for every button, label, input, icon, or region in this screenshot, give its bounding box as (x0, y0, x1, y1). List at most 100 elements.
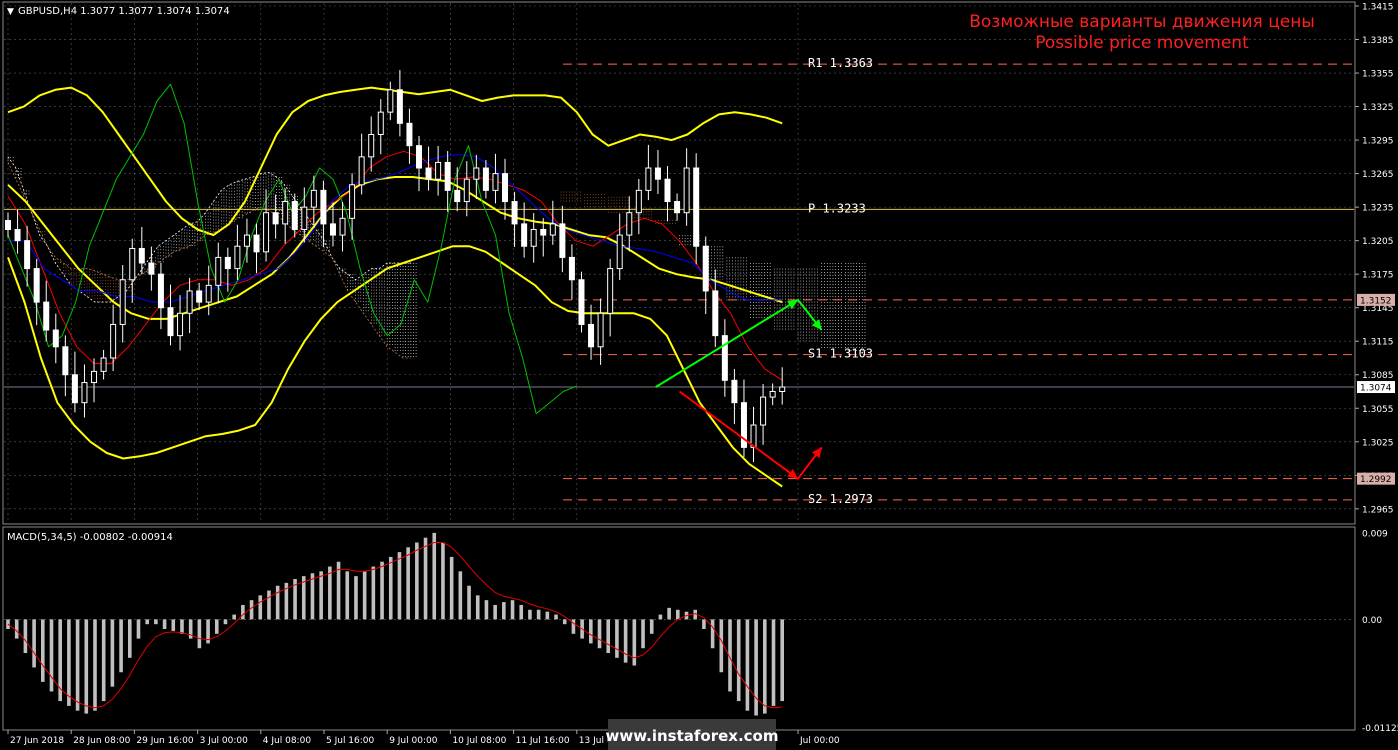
candle-body (301, 206, 308, 230)
candle-body (43, 301, 50, 331)
candle-body (693, 167, 700, 247)
candle-body (760, 396, 767, 426)
candle-body (559, 223, 566, 258)
macd-bar (23, 619, 28, 654)
macd-bar (345, 571, 350, 620)
macd-bar (702, 619, 706, 629)
macd-bar (214, 619, 219, 634)
y-tick-label: 1.3025 (1362, 438, 1394, 448)
candle-body (492, 173, 499, 191)
candle-body (177, 312, 184, 337)
macd-bar (319, 571, 323, 620)
x-tick-label: 4 Jul 08:00 (263, 736, 312, 746)
candle-body (435, 161, 442, 180)
macd-bar (763, 619, 767, 714)
macd-y-label: 0.009 (1362, 529, 1388, 539)
y-tick-label: 1.3325 (1362, 103, 1394, 113)
macd-bar (380, 561, 384, 620)
candle-body (635, 189, 642, 214)
candle-body (253, 234, 260, 253)
candle-body (100, 357, 107, 372)
candle-body (33, 268, 40, 303)
x-tick-label: 10 Jul 08:00 (452, 736, 506, 746)
candle-body (616, 234, 623, 270)
macd-bar (649, 619, 654, 634)
macd-bar (93, 619, 97, 711)
macd-bar (562, 619, 567, 625)
candle-body (110, 323, 117, 359)
x-tick-label: 11 Jul 16:00 (516, 736, 570, 746)
candle-body (530, 228, 537, 247)
y-tick-label: 1.3295 (1362, 137, 1394, 147)
x-tick-label: 9 Jul 00:00 (389, 736, 438, 746)
candle-body (234, 245, 241, 270)
candle-body (196, 290, 203, 303)
x-tick-label: 5 Jul 16:00 (326, 736, 375, 746)
candle-body (291, 201, 298, 230)
level-label: R1 1.3363 (808, 56, 873, 70)
watermark-text: www.instaforex.com (606, 727, 779, 745)
macd-bar (232, 614, 236, 620)
candle-body (224, 256, 231, 270)
candle-body (387, 89, 394, 113)
macd-bar (710, 619, 715, 649)
candle-body (568, 256, 575, 281)
candle-body (320, 189, 327, 225)
candle-body (511, 201, 518, 225)
macd-bar (780, 619, 784, 702)
candle-body (454, 189, 461, 203)
candle-body (119, 279, 126, 325)
macd-bar (676, 609, 680, 620)
price-badge-label: 1.3152 (1360, 296, 1392, 306)
title-en: Possible price movement (1035, 33, 1249, 53)
candle-body (712, 290, 719, 337)
candle-body (549, 223, 556, 236)
macd-bar (554, 614, 558, 620)
macd-bar (667, 607, 671, 620)
macd-bar (371, 566, 376, 620)
macd-bar (75, 619, 80, 711)
candle-body (597, 312, 604, 348)
symbol-triangle-icon[interactable]: ▼ (7, 7, 14, 17)
candle-body (588, 323, 595, 348)
candle-body (674, 201, 681, 214)
candle-body (243, 234, 250, 247)
macd-bar (458, 571, 463, 620)
macd-y-label: 0.00 (1362, 616, 1382, 626)
macd-bar (267, 590, 271, 620)
macd-bar (719, 619, 724, 673)
candle-body (138, 247, 145, 264)
macd-bar (154, 619, 158, 625)
candle-body (148, 262, 155, 275)
title-ru: Возможные варианты движения цены (969, 12, 1315, 32)
macd-bar (754, 619, 758, 716)
macd-bar (180, 619, 184, 634)
candle-body (425, 167, 432, 180)
candle-body (654, 167, 661, 180)
y-tick-label: 1.3055 (1362, 405, 1394, 415)
macd-bar (223, 619, 228, 625)
level-label: S1 1.3103 (808, 347, 873, 361)
candle-body (52, 329, 59, 348)
y-tick-label: 1.2965 (1362, 505, 1394, 515)
candle-body (205, 284, 212, 303)
macd-bar (136, 619, 141, 639)
macd-label: MACD(5,34,5) -0.00802 -0.00914 (7, 532, 173, 543)
y-tick-label: 1.3355 (1362, 70, 1394, 80)
macd-bar (127, 619, 132, 658)
candle-body (14, 228, 21, 242)
candle-body (415, 145, 422, 169)
candle-body (129, 247, 136, 281)
macd-bar (475, 595, 480, 620)
candle-body (282, 201, 289, 225)
candle-body (463, 178, 470, 203)
macd-bar (589, 619, 593, 644)
candle-body (272, 212, 279, 225)
macd-bar (571, 619, 576, 634)
macd-bar (615, 619, 619, 658)
macd-bar (449, 556, 454, 620)
y-tick-label: 1.3235 (1362, 204, 1394, 214)
level-label: S2 1.2973 (808, 492, 873, 506)
candle-body (339, 217, 346, 236)
macd-bar (275, 585, 280, 620)
